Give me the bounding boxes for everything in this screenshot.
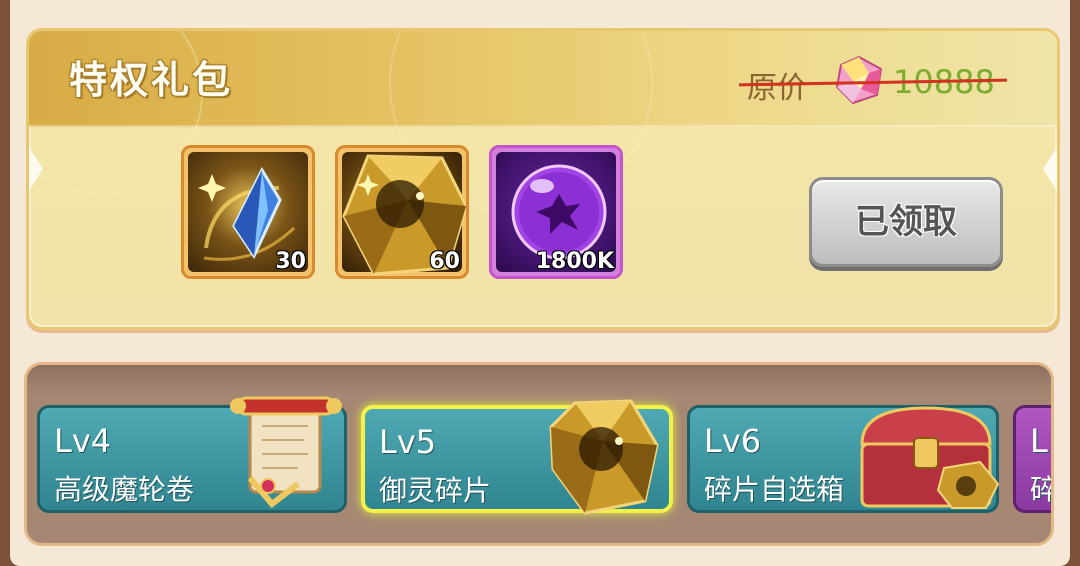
item-quantity: 1800K bbox=[535, 249, 614, 274]
level-number: Lv6 bbox=[704, 422, 762, 460]
reward-item[interactable]: 60 bbox=[335, 145, 469, 279]
level-number: Lv4 bbox=[54, 422, 112, 460]
reward-name: 碎 bbox=[1030, 468, 1051, 508]
reward-item[interactable]: 1800K bbox=[489, 145, 623, 279]
reward-item[interactable]: 30 bbox=[181, 145, 315, 279]
item-quantity: 30 bbox=[275, 249, 306, 274]
scroll-left-arrow[interactable] bbox=[29, 147, 43, 191]
level-reward-card-next[interactable]: L 碎 bbox=[1013, 405, 1051, 513]
gold-gem-icon bbox=[549, 399, 659, 515]
level-reward-card-lv4[interactable]: Lv4 高级魔轮卷 bbox=[37, 396, 347, 513]
item-quantity: 60 bbox=[429, 249, 460, 274]
level-reward-card-lv5[interactable]: Lv5 御灵碎片 bbox=[361, 399, 673, 515]
level-number: L bbox=[1030, 422, 1048, 460]
gift-pack-header: 特权礼包 原价 10888 bbox=[29, 31, 1057, 215]
level-reward-card-lv6[interactable]: Lv6 碎片自选箱 bbox=[687, 405, 1000, 513]
scroll-icon bbox=[230, 396, 342, 508]
gift-pack-title: 特权礼包 bbox=[69, 58, 234, 102]
reward-name: 碎片自选箱 bbox=[704, 473, 845, 506]
reward-name: 御灵碎片 bbox=[379, 474, 492, 507]
reward-name: 高级魔轮卷 bbox=[54, 473, 195, 506]
treasure-chest-icon bbox=[860, 406, 1000, 509]
level-rewards-track[interactable]: Lv4 高级魔轮卷 Lv5 御灵碎片 Lv6 碎片自选箱 L bbox=[24, 362, 1054, 546]
claimed-button[interactable]: 已领取 bbox=[809, 177, 1003, 267]
gift-pack-panel: 特权礼包 原价 10888 30 60 1800K 已领取 bbox=[26, 28, 1060, 330]
scroll-right-arrow[interactable] bbox=[1043, 147, 1057, 191]
level-number: Lv5 bbox=[379, 423, 437, 461]
